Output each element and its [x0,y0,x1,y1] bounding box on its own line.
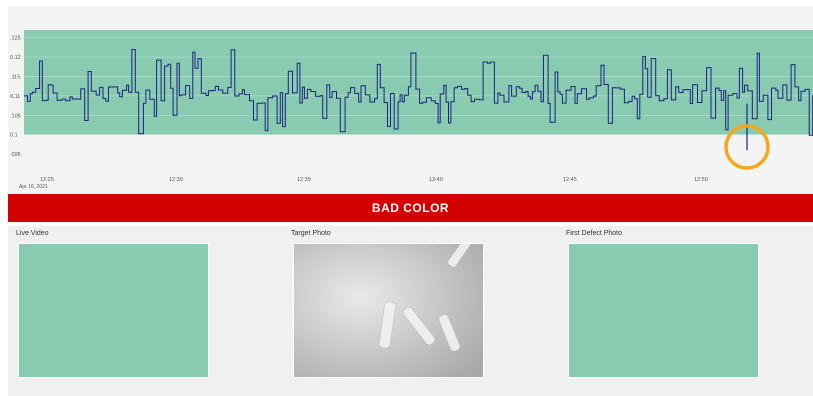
x-tick-label: 12:45 [563,177,577,183]
photo-section: Live Video Target Photo First Defect Pho… [8,226,813,396]
target-photo-panel: Target Photo [283,226,543,396]
y-tick-label: .115 [10,74,20,80]
target-photo-title: Target Photo [291,230,331,237]
live-video-panel: Live Video [8,226,268,396]
x-tick-label: 12:40 [429,177,443,183]
first-defect-panel: First Defect Photo [558,226,813,396]
live-video-title: Live Video [16,230,49,237]
x-tick-label: 12:25 [40,177,54,183]
tolerance-band [24,29,813,135]
x-date-label: Apr 16, 2021 [19,184,48,190]
y-tick-label: .095 [10,152,21,158]
target-photo-graphic [294,244,483,377]
target-photo-image[interactable] [293,243,484,378]
status-banner: BAD COLOR [8,194,813,222]
x-tick-label: 12:30 [169,177,183,183]
first-defect-title: First Defect Photo [566,230,623,237]
x-tick-label: 12:35 [297,177,311,183]
x-tick-label: 12:50 [694,177,708,183]
y-tick-label: 0.1 [10,133,18,139]
status-banner-text: BAD COLOR [371,201,450,215]
time-series-chart: .125 0.12 .115 0.11 .105 0.1 .095 12:25 12:30 12:… [10,29,813,190]
y-tick-label: .105 [10,113,21,119]
y-tick-label: 0.12 [10,55,21,61]
y-tick-label: 0.11 [10,94,20,100]
first-defect-frame[interactable] [568,243,759,378]
dashboard: .125 0.12 .115 0.11 .105 0.1 .095 12:25 12:30 12:… [0,0,813,396]
chart-panel: .125 0.12 .115 0.11 .105 0.1 .095 12:25 12:30 12:… [8,6,813,194]
live-video-frame[interactable] [18,243,209,378]
y-tick-label: .125 [10,36,21,42]
